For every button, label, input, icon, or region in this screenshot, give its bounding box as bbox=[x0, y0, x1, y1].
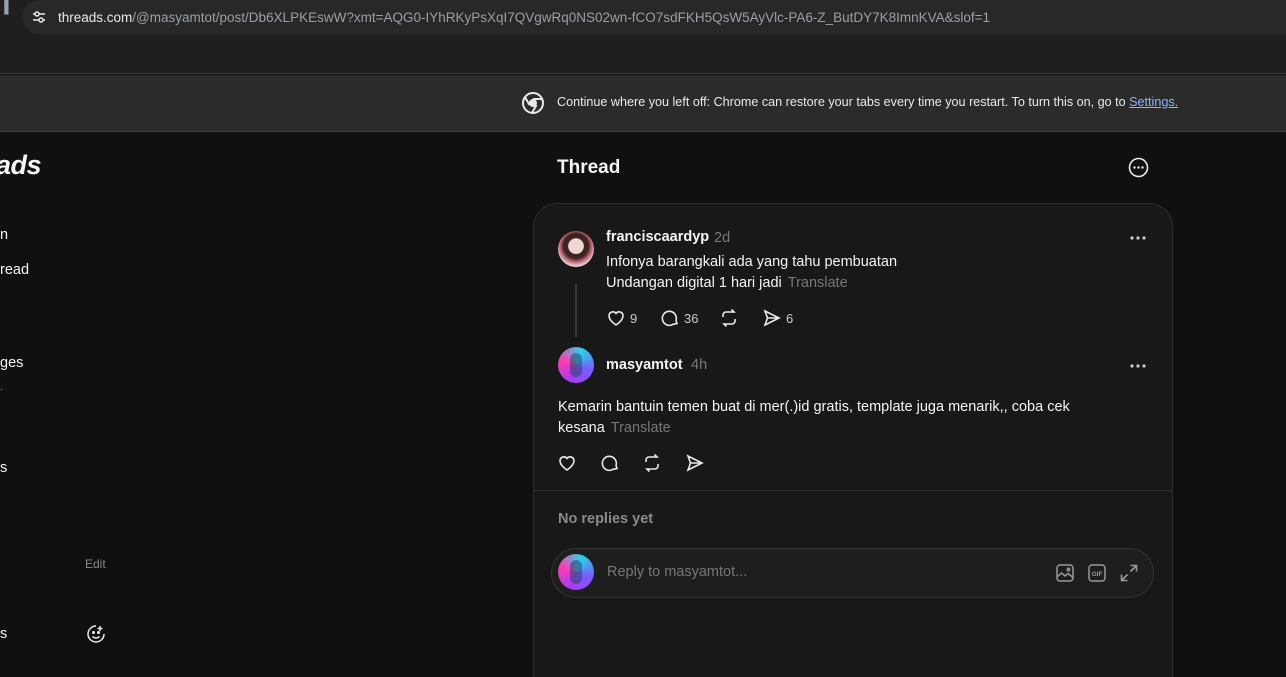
send-icon bbox=[686, 454, 704, 472]
thread-connector-line bbox=[575, 284, 577, 337]
address-strip: ▐ threads.com/@masyamtot/post/Db6XLPKEsw… bbox=[0, 0, 1286, 36]
avatar[interactable] bbox=[558, 231, 594, 267]
sidebar-item-search[interactable]: n bbox=[0, 227, 8, 243]
translate-link[interactable]: Translate bbox=[788, 275, 848, 291]
like-count: 9 bbox=[630, 310, 638, 326]
no-replies-label: No replies yet bbox=[558, 511, 654, 527]
toolbar-strip bbox=[0, 36, 1286, 74]
sidebar-item-fragment-bottom[interactable]: s bbox=[0, 626, 7, 642]
heart-icon bbox=[559, 456, 575, 471]
expand-icon[interactable] bbox=[1118, 562, 1140, 584]
more-options-icon[interactable] bbox=[1128, 228, 1148, 248]
more-options-icon[interactable] bbox=[1128, 356, 1148, 376]
post-text-line: Undangan digital 1 hari jadi Translate bbox=[606, 273, 897, 294]
chrome-logo-icon bbox=[522, 92, 544, 114]
comment-icon bbox=[601, 455, 619, 472]
repost-button[interactable] bbox=[642, 452, 662, 474]
sidebar-fragment-dot: · bbox=[0, 384, 4, 395]
heart-icon bbox=[608, 311, 624, 326]
url-host: threads.com bbox=[58, 9, 133, 25]
post-timestamp[interactable]: 4h bbox=[691, 357, 707, 373]
comment-icon bbox=[661, 310, 679, 327]
avatar[interactable] bbox=[558, 347, 594, 383]
more-circle-icon[interactable] bbox=[1128, 157, 1149, 178]
translate-link[interactable]: Translate bbox=[611, 420, 671, 436]
reply-button[interactable] bbox=[600, 452, 620, 474]
divider bbox=[534, 490, 1172, 491]
address-bar[interactable]: threads.com/@masyamtot/post/Db6XLPKEswW?… bbox=[22, 0, 1286, 34]
url-text[interactable]: threads.com/@masyamtot/post/Db6XLPKEswW?… bbox=[58, 10, 990, 25]
settings-link[interactable]: Settings. bbox=[1129, 95, 1178, 109]
like-button[interactable] bbox=[557, 452, 577, 474]
post-text-line: Kemarin bantuin temen buat di mer(.)id g… bbox=[558, 399, 1070, 415]
reply-input[interactable]: Reply to masyamtot... bbox=[607, 564, 747, 580]
gif-icon[interactable]: GIF bbox=[1086, 562, 1108, 584]
image-icon[interactable] bbox=[1054, 562, 1076, 584]
post-username[interactable]: masyamtot bbox=[606, 357, 683, 373]
post-text-line: Infonya barangkali ada yang tahu pembuat… bbox=[606, 254, 898, 270]
url-path: /@masyamtot/post/Db6XLPKEswW?xmt=AQG0-IY… bbox=[132, 9, 991, 25]
share-count: 6 bbox=[786, 310, 794, 326]
post-text-fragment: kesana bbox=[558, 420, 605, 436]
repost-icon bbox=[645, 453, 659, 473]
sidebar-item-new-thread[interactable]: read bbox=[0, 262, 29, 278]
repost-icon bbox=[722, 308, 736, 328]
page-title: Thread bbox=[557, 157, 621, 178]
threads-logo[interactable]: ads bbox=[0, 150, 42, 181]
sidebar-item-fragment[interactable]: s bbox=[0, 460, 7, 476]
post-text-line: kesana Translate bbox=[558, 418, 1070, 439]
post-timestamp[interactable]: 2d bbox=[714, 230, 730, 246]
post-text-fragment: Undangan digital 1 hari jadi bbox=[606, 275, 782, 291]
reply-button[interactable]: 36 bbox=[660, 307, 698, 329]
share-button[interactable] bbox=[685, 452, 705, 474]
tune-icon[interactable] bbox=[30, 8, 48, 26]
infobar-message: Continue where you left off: Chrome can … bbox=[557, 95, 1178, 109]
send-icon bbox=[763, 309, 781, 327]
share-button[interactable]: 6 bbox=[762, 307, 793, 329]
edit-link[interactable]: Edit bbox=[85, 557, 106, 571]
repost-button[interactable] bbox=[719, 307, 739, 329]
emoji-feedback-icon[interactable] bbox=[86, 624, 106, 644]
post-text: Infonya barangkali ada yang tahu pembuat… bbox=[606, 252, 897, 294]
svg-text:GIF: GIF bbox=[1092, 571, 1103, 578]
like-button[interactable]: 9 bbox=[606, 307, 637, 329]
infobar-text: Continue where you left off: Chrome can … bbox=[557, 95, 1130, 109]
avatar bbox=[558, 554, 594, 590]
reply-count: 36 bbox=[684, 310, 699, 326]
sidebar-item-messages[interactable]: ges bbox=[0, 355, 23, 371]
post-text: Kemarin bantuin temen buat di mer(.)id g… bbox=[558, 397, 1070, 439]
post-username[interactable]: franciscaardyp bbox=[606, 229, 709, 245]
tab-edge-fragment: ▐ bbox=[0, 0, 9, 14]
